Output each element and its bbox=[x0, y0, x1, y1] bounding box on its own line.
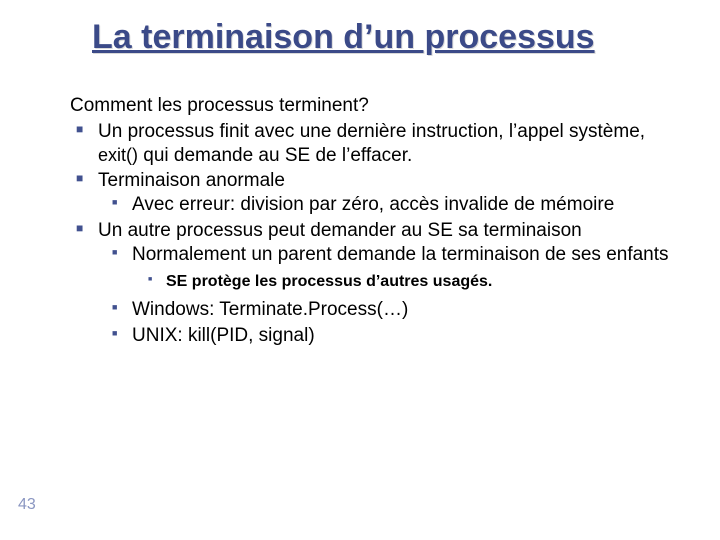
bullet-text: Un processus finit avec une dernière ins… bbox=[98, 121, 645, 142]
bullet-text: UNIX: kill(PID, signal) bbox=[132, 325, 315, 346]
bullet-text: Un autre processus peut demander au SE s… bbox=[98, 220, 582, 241]
bullet-text: Terminaison anormale bbox=[98, 170, 285, 191]
bullet-text: Avec erreur: division par zéro, accès in… bbox=[132, 194, 614, 215]
page-number: 43 bbox=[18, 496, 36, 514]
bullet-l2: UNIX: kill(PID, signal) bbox=[128, 324, 680, 348]
slide-body: Comment les processus terminent? Un proc… bbox=[70, 94, 680, 350]
bullet-text: exit() bbox=[98, 145, 138, 165]
bullet-l1: Un autre processus peut demander au SE s… bbox=[94, 219, 680, 348]
bullet-l3: SE protège les processus d’autres usagés… bbox=[162, 272, 680, 292]
bullet-l2: Normalement un parent demande la termina… bbox=[128, 243, 680, 293]
slide-title: La terminaison d’un processus bbox=[92, 18, 595, 57]
bullet-l1: Terminaison anormale Avec erreur: divisi… bbox=[94, 169, 680, 217]
bullet-text: qui demande au SE de l’effacer. bbox=[143, 145, 412, 166]
bullet-l1: Un processus finit avec une dernière ins… bbox=[94, 120, 680, 168]
intro-text: Comment les processus terminent? bbox=[70, 94, 680, 118]
bullet-l2: Avec erreur: division par zéro, accès in… bbox=[128, 193, 680, 217]
bullet-text: SE protège les processus d’autres usagés… bbox=[166, 273, 492, 290]
bullet-l2: Windows: Terminate.Process(…) bbox=[128, 298, 680, 322]
bullet-text: Windows: Terminate.Process(…) bbox=[132, 299, 408, 320]
bullet-text: Normalement un parent demande la termina… bbox=[132, 244, 669, 265]
